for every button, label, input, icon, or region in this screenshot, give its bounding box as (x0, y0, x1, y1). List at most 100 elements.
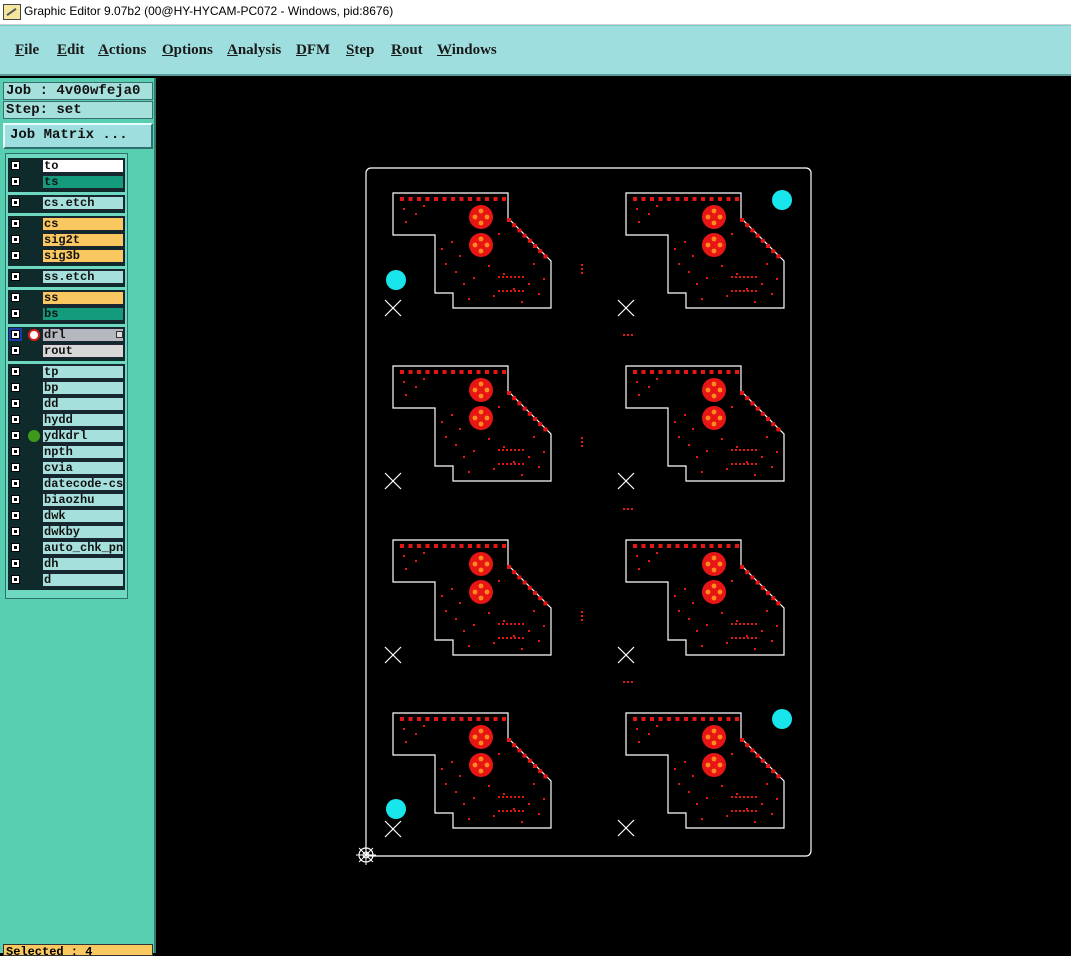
layer-row-ydkdrl[interactable]: ydkdrl (8, 428, 125, 444)
layer-checkbox[interactable] (11, 219, 20, 228)
layer-row-dwkby[interactable]: dwkby (8, 524, 125, 540)
layer-row-sig2t[interactable]: sig2t (8, 232, 125, 248)
layer-name[interactable]: npth (42, 445, 124, 459)
layer-name[interactable]: rout (42, 344, 124, 358)
layer-row-ss[interactable]: ss (8, 290, 125, 306)
layer-checkbox[interactable] (11, 383, 20, 392)
layer-checkbox[interactable] (11, 559, 20, 568)
trace-dot (510, 449, 512, 451)
layer-checkbox[interactable] (11, 479, 20, 488)
layer-checkbox[interactable] (11, 272, 20, 281)
layer-checkbox[interactable] (11, 415, 20, 424)
smd-pad (527, 238, 532, 243)
layer-row-to[interactable]: to (8, 158, 125, 174)
layer-row-sig3b[interactable]: sig3b (8, 248, 125, 264)
layer-row-ts[interactable]: ts (8, 174, 125, 190)
layer-checkbox[interactable] (11, 367, 20, 376)
layer-menu-icon[interactable] (116, 331, 123, 338)
layer-row-npth[interactable]: npth (8, 444, 125, 460)
menu-windows[interactable]: Windows (437, 42, 497, 59)
smd-pad (468, 370, 472, 374)
menu-dfm[interactable]: DFM (296, 42, 330, 59)
layer-row-bp[interactable]: bp (8, 380, 125, 396)
layer-name[interactable]: dd (42, 397, 124, 411)
layer-row-ss.etch[interactable]: ss.etch (8, 269, 125, 285)
graphic-canvas[interactable] (157, 78, 1071, 953)
layer-checkbox[interactable] (11, 543, 20, 552)
layer-name[interactable]: to (42, 159, 124, 173)
layer-row-datecode-cs[interactable]: datecode-cs (8, 476, 125, 492)
layer-checkbox[interactable] (11, 293, 20, 302)
layer-name[interactable]: dwk (42, 509, 124, 523)
smd-pad (745, 396, 750, 401)
menu-file[interactable]: File (15, 42, 39, 59)
smd-pad (485, 544, 489, 548)
layer-checkbox[interactable] (11, 346, 20, 355)
layer-checkbox[interactable] (9, 328, 22, 341)
layer-checkbox[interactable] (11, 198, 20, 207)
layer-name[interactable]: ts (42, 175, 124, 189)
via-dot (746, 461, 748, 463)
layer-checkbox[interactable] (11, 251, 20, 260)
layer-name[interactable]: cvia (42, 461, 124, 475)
layer-name[interactable]: dh (42, 557, 124, 571)
center-mark (581, 264, 583, 266)
layer-checkbox[interactable] (11, 527, 20, 536)
layer-checkbox[interactable] (11, 463, 20, 472)
layer-row-bs[interactable]: bs (8, 306, 125, 322)
layer-row-dd[interactable]: dd (8, 396, 125, 412)
layer-row-tp[interactable]: tp (8, 364, 125, 380)
layer-name[interactable]: ss (42, 291, 124, 305)
layer-name[interactable]: datecode-cs (42, 477, 124, 491)
pad-ring-dot (478, 208, 484, 214)
layer-checkbox[interactable] (11, 511, 20, 520)
pad-ring-dot (705, 589, 711, 595)
layer-row-cs.etch[interactable]: cs.etch (8, 195, 125, 211)
layer-name[interactable]: auto_chk_pnl (42, 541, 124, 555)
layer-row-rout[interactable]: rout (8, 343, 125, 359)
via-dot (674, 421, 676, 423)
menu-analysis[interactable]: Analysis (227, 42, 281, 59)
layer-checkbox[interactable] (11, 235, 20, 244)
job-matrix-button[interactable]: Job Matrix ... (3, 123, 153, 149)
layer-row-hydd[interactable]: hydd (8, 412, 125, 428)
layer-checkbox[interactable] (11, 575, 20, 584)
layer-name[interactable]: biaozhu (42, 493, 124, 507)
layer-checkbox[interactable] (11, 431, 20, 440)
via-dot (721, 265, 723, 267)
layer-row-dwk[interactable]: dwk (8, 508, 125, 524)
menu-actions[interactable]: Actions (98, 42, 146, 59)
layer-name[interactable]: bp (42, 381, 124, 395)
layer-row-cvia[interactable]: cvia (8, 460, 125, 476)
layer-name[interactable]: ydkdrl (42, 429, 124, 443)
layer-name[interactable]: d (42, 573, 124, 587)
layer-row-auto_chk_pnl[interactable]: auto_chk_pnl (8, 540, 125, 556)
menu-options[interactable]: Options (162, 42, 213, 59)
menu-rout[interactable]: Rout (391, 42, 423, 59)
layer-checkbox[interactable] (11, 309, 20, 318)
layer-checkbox[interactable] (11, 177, 20, 186)
layer-row-dh[interactable]: dh (8, 556, 125, 572)
layer-name[interactable]: hydd (42, 413, 124, 427)
menu-edit[interactable]: Edit (57, 42, 85, 59)
layer-name[interactable]: ss.etch (42, 270, 124, 284)
layer-name[interactable]: sig2t (42, 233, 124, 247)
trace-dot (522, 276, 524, 278)
layer-name[interactable]: cs (42, 217, 124, 231)
layer-name[interactable]: cs.etch (42, 196, 124, 210)
layer-row-d[interactable]: d (8, 572, 125, 588)
layer-checkbox[interactable] (11, 161, 20, 170)
layer-row-drl[interactable]: drl (8, 327, 125, 343)
layer-name[interactable]: tp (42, 365, 124, 379)
layer-name[interactable]: dwkby (42, 525, 124, 539)
layer-name[interactable]: bs (42, 307, 124, 321)
layer-row-cs[interactable]: cs (8, 216, 125, 232)
menu-step[interactable]: Step (346, 42, 374, 59)
layer-name[interactable]: sig3b (42, 249, 124, 263)
layer-name[interactable]: drl (42, 328, 124, 342)
layer-row-biaozhu[interactable]: biaozhu (8, 492, 125, 508)
layer-checkbox[interactable] (11, 447, 20, 456)
via-dot (498, 233, 500, 235)
layer-checkbox[interactable] (11, 399, 20, 408)
layer-checkbox[interactable] (11, 495, 20, 504)
